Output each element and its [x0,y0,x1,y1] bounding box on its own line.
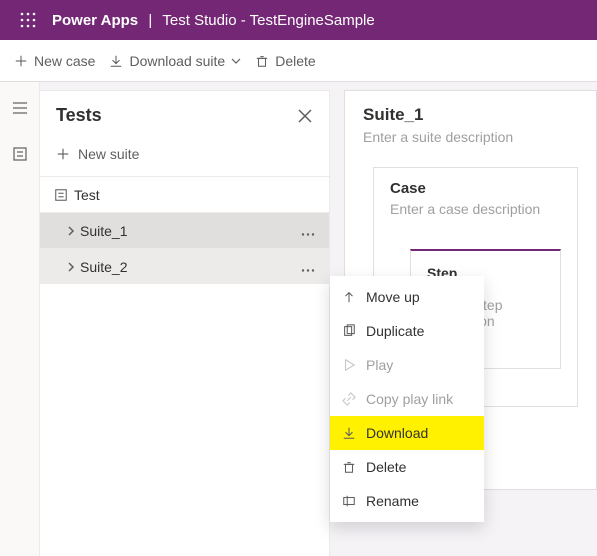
new-case-button[interactable]: New case [14,53,95,69]
menu-play-label: Play [366,357,393,373]
menu-move-up[interactable]: Move up [330,280,484,314]
arrow-up-icon [342,290,356,304]
trash-icon [255,54,269,68]
suite-title: Suite_1 [363,105,578,125]
tests-rail-button[interactable] [4,138,36,170]
menu-duplicate[interactable]: Duplicate [330,314,484,348]
suite-2-label: Suite_2 [80,259,127,275]
menu-delete-label: Delete [366,459,406,475]
brand-section: Test Studio - TestEngineSample [162,12,374,29]
menu-copy-play-link: Copy play link [330,382,484,416]
menu-download[interactable]: Download [330,416,484,450]
tree-item-suite-2[interactable]: Suite_2 [40,248,329,284]
close-icon [298,109,312,123]
expand-toggle[interactable] [62,262,80,272]
case-title: Case [390,180,561,197]
menu-delete[interactable]: Delete [330,450,484,484]
play-icon [342,358,356,372]
suite-description-input[interactable]: Enter a suite description [363,129,578,145]
waffle-icon [20,12,36,28]
left-rail [0,82,40,556]
trash-icon [342,460,356,474]
brand-title: Power Apps | Test Studio - TestEngineSam… [52,12,375,29]
more-icon [301,233,315,236]
tree-item-suite-1[interactable]: Suite_1 [40,212,329,248]
more-icon [301,269,315,272]
case-description-input[interactable]: Enter a case description [390,201,561,217]
download-icon [342,426,356,440]
menu-copy-play-link-label: Copy play link [366,391,453,407]
tree-root-label: Test [74,187,100,203]
copy-icon [342,324,356,338]
chevron-right-icon [66,226,76,236]
tests-title: Tests [56,105,102,126]
checklist-icon [12,146,28,162]
expand-toggle[interactable] [62,226,80,236]
suite-2-more-button[interactable] [295,257,321,277]
chevron-right-icon [66,262,76,272]
menu-rename-label: Rename [366,493,419,509]
global-header: Power Apps | Test Studio - TestEngineSam… [0,0,597,40]
delete-label: Delete [275,53,315,69]
new-suite-button[interactable]: New suite [40,140,329,176]
menu-rename[interactable]: Rename [330,484,484,518]
tree-root-test[interactable]: Test [40,176,329,212]
tests-header: Tests [40,91,329,140]
tests-panel: Tests New suite Test Suite_1 [40,90,330,556]
hamburger-button[interactable] [4,92,36,124]
rename-icon [342,494,356,508]
menu-duplicate-label: Duplicate [366,323,424,339]
menu-play: Play [330,348,484,382]
new-case-label: New case [34,53,95,69]
menu-download-label: Download [366,425,428,441]
chevron-down-icon [231,56,241,66]
plus-icon [14,54,28,68]
menu-move-up-label: Move up [366,289,420,305]
command-bar: New case Download suite Delete [0,40,597,82]
download-suite-label: Download suite [129,53,225,69]
link-icon [342,392,356,406]
close-panel-button[interactable] [295,106,315,126]
suite-1-more-button[interactable] [295,221,321,241]
download-icon [109,54,123,68]
context-menu: Move up Duplicate Play Copy play link Do… [330,276,484,522]
delete-button[interactable]: Delete [255,53,315,69]
checklist-icon [54,188,68,202]
plus-icon [56,147,70,161]
new-suite-label: New suite [78,146,139,162]
suite-1-label: Suite_1 [80,223,127,239]
brand-separator: | [148,12,152,29]
hamburger-icon [12,100,28,116]
app-launcher-button[interactable] [8,0,48,40]
download-suite-button[interactable]: Download suite [109,53,241,69]
brand-name: Power Apps [52,12,138,29]
